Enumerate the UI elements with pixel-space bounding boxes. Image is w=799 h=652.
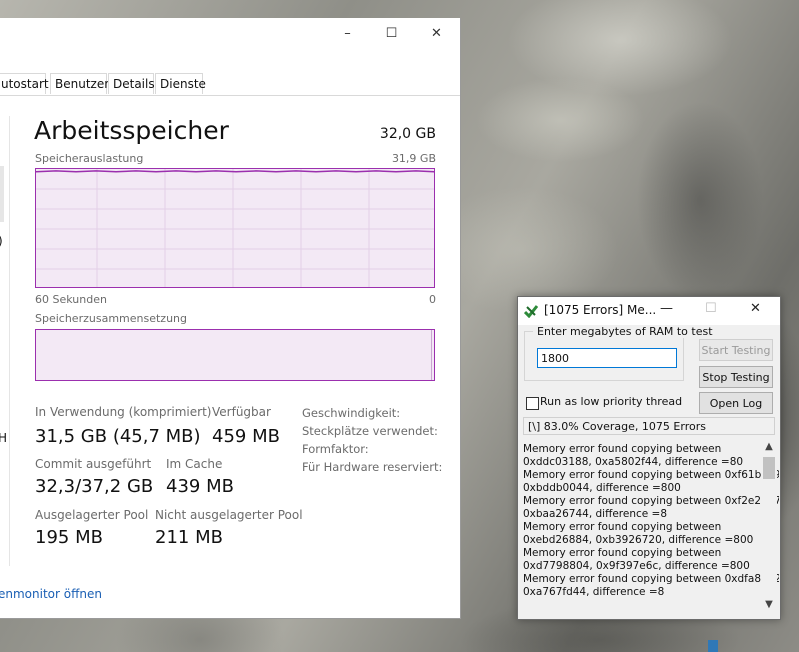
tab-dienste[interactable]: Dienste — [155, 73, 206, 94]
nonpaged-pool-value: 211 MB — [155, 527, 223, 548]
resource-monitor-link[interactable]: enmonitor öffnen — [0, 587, 102, 601]
usage-graph-svg — [36, 169, 434, 287]
desktop-flag-marker — [708, 640, 718, 652]
cached-label: Im Cache — [166, 457, 223, 471]
sidebar-selected-item[interactable] — [0, 166, 4, 222]
log-line: 0xbddb0044, difference =800 — [523, 482, 681, 494]
usage-label: Speicherauslastung — [35, 152, 144, 165]
scroll-thumb[interactable] — [763, 457, 775, 479]
composition-label: Speicherzusammensetzung — [35, 312, 187, 325]
stop-testing-button[interactable]: Stop Testing — [699, 366, 773, 388]
in-use-value: 31,5 GB (45,7 MB) — [35, 426, 201, 447]
log-line: 0xbaa26744, difference =8 — [523, 508, 668, 520]
tab-benutzer[interactable]: Benutzer — [50, 73, 109, 94]
sidebar-divider — [9, 116, 10, 566]
error-log[interactable]: Memory error found copying between 0xddc0… — [519, 439, 779, 617]
committed-value: 32,3/37,2 GB — [35, 476, 154, 497]
close-button[interactable]: ✕ — [414, 18, 459, 48]
scroll-up-arrow-icon[interactable]: ▲ — [761, 441, 777, 455]
open-log-button[interactable]: Open Log — [699, 392, 773, 414]
tab-details[interactable]: Details — [108, 73, 155, 94]
sidebar-edge-text: ) — [0, 234, 3, 248]
form-factor-label: Formfaktor: — [302, 442, 369, 456]
usage-line — [36, 170, 434, 173]
committed-label: Commit ausgeführt — [35, 457, 152, 471]
log-line: 0xebd26884, 0xb3926720, difference =800 — [523, 534, 754, 546]
composition-segment — [431, 330, 432, 380]
nonpaged-pool-label: Nicht ausgelagerter Pool — [155, 508, 303, 522]
log-scrollbar[interactable]: ▲ ▼ — [761, 439, 777, 617]
slots-used-label: Steckplätze verwendet: — [302, 424, 438, 438]
speed-label: Geschwindigkeit: — [302, 406, 401, 420]
time-end-label: 0 — [429, 293, 436, 306]
memtest-close-button[interactable]: ✕ — [750, 301, 761, 316]
sidebar-edge-text-2: H — [0, 431, 7, 445]
ram-amount-group: Enter megabytes of RAM to test — [524, 325, 717, 381]
usage-max-label: 31,9 GB — [391, 152, 436, 165]
performance-sidebar — [0, 116, 12, 566]
title-bar: – ☐ ✕ — [0, 18, 460, 48]
coverage-status: [\] 83.0% Coverage, 1075 Errors — [523, 417, 775, 435]
memory-composition-bar — [35, 329, 435, 381]
hardware-reserved-label: Für Hardware reserviert: — [302, 460, 443, 474]
paged-pool-value: 195 MB — [35, 527, 103, 548]
log-line: Memory error found copying between 0xdfa… — [523, 573, 779, 585]
page-title: Arbeitsspeicher — [34, 116, 229, 145]
memory-usage-graph — [35, 168, 435, 288]
error-log-lines: Memory error found copying between 0xddc0… — [523, 443, 779, 599]
in-use-label: In Verwendung (komprimiert) — [35, 405, 212, 419]
maximize-button[interactable]: ☐ — [369, 18, 414, 48]
minimize-button[interactable]: – — [325, 18, 370, 48]
memtest-maximize-button: ☐ — [705, 301, 717, 316]
tab-autostart[interactable]: utostart — [0, 73, 49, 94]
log-line: 0xddc03188, 0xa5802f44, difference =80 — [523, 456, 744, 468]
memtest-title: [1075 Errors] Me... — [544, 303, 657, 317]
log-line: Memory error found copying between 0xf61… — [523, 469, 779, 481]
log-line: 0xd7798804, 0x9f397e6c, difference =800 — [523, 560, 750, 572]
task-manager-window: – ☐ ✕ utostart Benutzer Details Dienste … — [0, 18, 461, 619]
scroll-down-arrow-icon[interactable]: ▼ — [761, 599, 777, 613]
memtest-window: [1075 Errors] Me... — ☐ ✕ Enter megabyte… — [517, 296, 781, 620]
log-line: Memory error found copying between — [523, 547, 722, 559]
time-span-label: 60 Sekunden — [35, 293, 107, 306]
paged-pool-label: Ausgelagerter Pool — [35, 508, 149, 522]
memtest-title-bar: [1075 Errors] Me... — ☐ ✕ — [518, 297, 780, 325]
available-label: Verfügbar — [212, 405, 271, 419]
low-priority-checkbox[interactable] — [526, 397, 539, 410]
memtest-minimize-button[interactable]: — — [660, 301, 673, 316]
cached-value: 439 MB — [166, 476, 234, 497]
memory-total: 32,0 GB — [379, 126, 436, 142]
ram-amount-label: Enter megabytes of RAM to test — [533, 325, 717, 338]
tab-bar: utostart Benutzer Details Dienste — [0, 73, 460, 96]
log-line: 0xa767fd44, difference =8 — [523, 586, 665, 598]
available-value: 459 MB — [212, 426, 280, 447]
low-priority-label[interactable]: Run as low priority thread — [540, 395, 682, 408]
log-line: Memory error found copying between 0xf2e… — [523, 495, 779, 507]
log-line: Memory error found copying between — [523, 443, 722, 455]
ram-amount-input[interactable] — [537, 348, 677, 368]
start-testing-button: Start Testing — [699, 339, 773, 361]
log-line: Memory error found copying between — [523, 521, 722, 533]
memtest-app-icon — [524, 305, 538, 318]
